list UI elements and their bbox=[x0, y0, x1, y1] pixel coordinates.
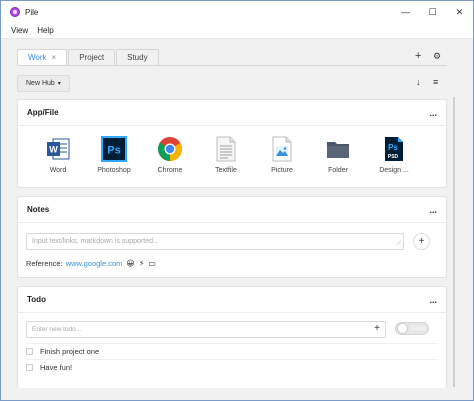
hub-tabs: Work × Project Study bbox=[17, 49, 160, 65]
notes-more-icon[interactable]: ... bbox=[429, 205, 437, 215]
emoji-icon[interactable]: 😀 bbox=[126, 259, 134, 268]
minimize-button[interactable]: — bbox=[392, 1, 419, 23]
todo-input[interactable]: Enter new todo... + bbox=[26, 321, 386, 338]
app-label: Picture bbox=[271, 167, 293, 174]
app-item-chrome[interactable]: Chrome bbox=[142, 136, 198, 174]
todo-item: Finish project one bbox=[26, 343, 438, 359]
menu-view[interactable]: View bbox=[11, 26, 28, 35]
add-tab-icon[interactable]: + bbox=[415, 50, 421, 62]
app-window: Pile — ☐ ✕ View Help Work × Project Stud… bbox=[0, 0, 474, 401]
todo-item: Have fun! bbox=[26, 359, 438, 375]
window-title: Pile bbox=[25, 7, 39, 17]
title-bar: Pile — ☐ ✕ bbox=[1, 1, 473, 23]
todo-placeholder: Enter new todo... bbox=[32, 326, 82, 333]
window-controls: — ☐ ✕ bbox=[392, 1, 473, 23]
menu-help[interactable]: Help bbox=[37, 26, 53, 35]
new-hub-button[interactable]: New Hub ▾ bbox=[17, 75, 70, 92]
app-label: Textfile bbox=[215, 167, 237, 174]
app-item-photoshop[interactable]: Ps Photoshop bbox=[86, 136, 142, 174]
notes-title: Notes bbox=[27, 205, 50, 214]
app-file-header: App/File ... bbox=[18, 100, 446, 126]
textfile-icon bbox=[213, 136, 239, 162]
lightning-icon[interactable]: ⚡ bbox=[139, 259, 145, 268]
sort-icon[interactable]: ↓ bbox=[416, 77, 421, 87]
tab-work[interactable]: Work × bbox=[17, 49, 68, 65]
app-item-folder[interactable]: Folder bbox=[310, 136, 366, 174]
app-file-card: App/File ... W Word Ps Photoshop Chrome … bbox=[17, 99, 447, 188]
psd-file-icon: Ps PSD bbox=[381, 136, 407, 162]
caret-down-icon: ▾ bbox=[57, 81, 61, 87]
add-note-button[interactable]: + bbox=[413, 233, 430, 250]
todo-item-label: Finish project one bbox=[40, 347, 100, 356]
app-label: Chrome bbox=[157, 167, 183, 174]
photoshop-glyph: Ps bbox=[107, 145, 120, 157]
app-list: W Word Ps Photoshop Chrome Textfile Pict… bbox=[18, 126, 446, 174]
scrollbar[interactable] bbox=[453, 97, 455, 387]
tab-study[interactable]: Study bbox=[116, 49, 159, 65]
notes-header: Notes ... bbox=[18, 197, 446, 223]
reference-row: Reference: www.google.com 😀 ⚡ ▭ bbox=[26, 259, 156, 268]
new-hub-label: New Hub bbox=[26, 80, 55, 87]
app-label: Design ... bbox=[379, 167, 409, 174]
psd-glyph-top: Ps bbox=[388, 143, 398, 152]
tab-work-label: Work bbox=[28, 53, 47, 62]
picture-icon bbox=[269, 136, 295, 162]
todo-checkbox[interactable] bbox=[26, 348, 33, 355]
todo-card: Todo ... Enter new todo... + Done Finish… bbox=[17, 286, 447, 388]
close-button[interactable]: ✕ bbox=[446, 1, 473, 23]
menu-lines-icon[interactable]: ≡ bbox=[433, 77, 438, 87]
photoshop-icon: Ps bbox=[101, 136, 127, 162]
app-file-more-icon[interactable]: ... bbox=[429, 108, 437, 118]
todo-checkbox[interactable] bbox=[26, 364, 33, 371]
reference-link[interactable]: www.google.com bbox=[66, 259, 123, 268]
tab-close-icon[interactable]: × bbox=[52, 53, 57, 62]
maximize-button[interactable]: ☐ bbox=[419, 1, 446, 23]
folder-icon bbox=[325, 136, 351, 162]
word-icon: W bbox=[45, 136, 71, 162]
psd-glyph-bottom: PSD bbox=[388, 154, 399, 160]
reference-label: Reference: bbox=[26, 259, 63, 268]
todo-title: Todo bbox=[27, 295, 46, 304]
toggle-label: Done bbox=[411, 325, 426, 332]
add-todo-icon[interactable]: + bbox=[374, 323, 380, 334]
app-label: Photoshop bbox=[97, 167, 131, 174]
tab-divider bbox=[17, 65, 447, 66]
menu-bar: View Help bbox=[1, 23, 473, 39]
pile-app-icon bbox=[10, 7, 20, 17]
word-glyph: W bbox=[49, 145, 58, 155]
app-label: Word bbox=[49, 167, 67, 174]
todo-header: Todo ... bbox=[18, 287, 446, 313]
tab-study-label: Study bbox=[127, 53, 148, 62]
done-toggle[interactable]: Done bbox=[395, 322, 429, 335]
settings-gear-icon[interactable]: ⚙ bbox=[433, 51, 441, 62]
app-item-word[interactable]: W Word bbox=[30, 136, 86, 174]
tab-project[interactable]: Project bbox=[68, 49, 116, 65]
chrome-icon bbox=[157, 136, 183, 162]
app-file-title: App/File bbox=[27, 108, 59, 117]
notes-placeholder: Input text/links, markdown is supported.… bbox=[32, 238, 159, 245]
tab-project-label: Project bbox=[79, 53, 105, 62]
screen-icon[interactable]: ▭ bbox=[148, 259, 156, 268]
todo-item-label: Have fun! bbox=[40, 363, 73, 372]
todo-more-icon[interactable]: ... bbox=[429, 295, 437, 305]
resize-handle-icon[interactable]: ⟋ bbox=[397, 241, 401, 248]
app-item-picture[interactable]: Picture bbox=[254, 136, 310, 174]
app-item-design[interactable]: Ps PSD Design ... bbox=[366, 136, 422, 174]
app-item-textfile[interactable]: Textfile bbox=[198, 136, 254, 174]
notes-card: Notes ... Input text/links, markdown is … bbox=[17, 196, 447, 278]
app-label: Folder bbox=[328, 167, 348, 174]
toggle-knob bbox=[397, 323, 408, 334]
notes-input[interactable]: Input text/links, markdown is supported.… bbox=[26, 233, 404, 250]
